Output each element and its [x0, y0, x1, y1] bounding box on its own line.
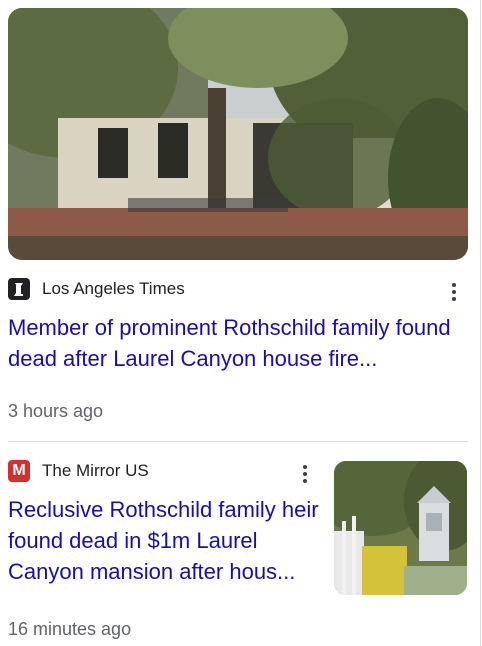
lat-logo-icon [8, 278, 30, 300]
article-1-headline[interactable]: Member of prominent Rothschild family fo… [8, 312, 468, 374]
article-2-timestamp: 16 minutes ago [8, 619, 132, 639]
article-1-source[interactable]: Los Angeles Times [8, 278, 185, 300]
article-2-headline[interactable]: Reclusive Rothschild family heir found d… [8, 494, 324, 587]
article-divider [8, 441, 468, 442]
more-options-icon[interactable] [449, 280, 459, 302]
source-name: The Mirror US [42, 461, 149, 480]
source-name: Los Angeles Times [42, 279, 185, 298]
right-border [480, 0, 481, 646]
article-1-image[interactable] [8, 8, 468, 260]
mirror-logo-icon: M [8, 460, 30, 482]
article-2-thumbnail[interactable] [334, 461, 467, 595]
article-2-source[interactable]: M The Mirror US [8, 460, 149, 482]
more-options-icon[interactable] [300, 462, 310, 484]
article-1-timestamp: 3 hours ago [8, 401, 104, 421]
